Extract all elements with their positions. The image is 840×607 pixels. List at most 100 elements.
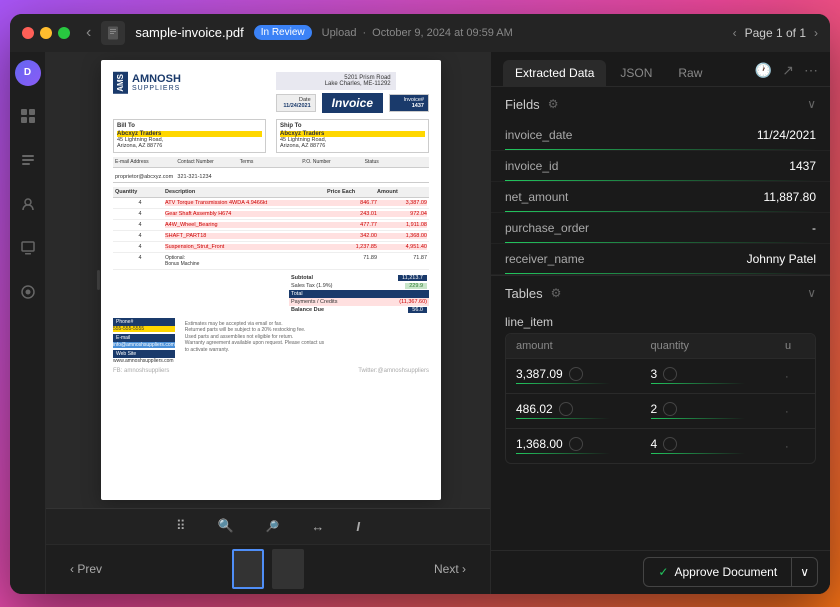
- totals-section: Subtotal 11,213.7 Sales Tax (1.9%) 229.9…: [113, 274, 429, 314]
- fields-section-label: Fields ⚙: [505, 97, 558, 112]
- data-table-row: 1,368.00 4: [506, 428, 815, 463]
- field-name-invoice-date: invoice_date: [505, 128, 635, 142]
- next-page-button[interactable]: ›: [814, 26, 818, 40]
- ams-block: AMS: [113, 72, 128, 94]
- sidebar-icon-2[interactable]: [14, 146, 42, 174]
- app-window: ‹ sample-invoice.pdf In Review Upload · …: [10, 14, 830, 594]
- thumb-2[interactable]: [272, 549, 304, 589]
- amount-value-2[interactable]: 486.02: [516, 402, 553, 416]
- social-footer: FB: amnoshsuppliers Twitter:@amnoshsuppl…: [113, 368, 429, 374]
- thumb-1[interactable]: [232, 549, 264, 589]
- table-row: 4 Gear Shaft Assembly H674 243.01 972.04: [113, 209, 429, 220]
- invoice-label: Invoice: [322, 93, 383, 113]
- zoom-in-button[interactable]: 🔍: [210, 514, 242, 538]
- share-icon[interactable]: ↗: [782, 62, 794, 79]
- minimize-button[interactable]: [40, 27, 52, 39]
- line-item-table: amount quantity u 3,387.09: [505, 333, 816, 464]
- ams-logo: AMS AMNOSH SUPPLIERS: [113, 72, 181, 94]
- u-value-3: ·: [785, 441, 789, 453]
- doc-footer: ‹ Prev Next ›: [46, 544, 490, 594]
- fields-label: Fields: [505, 97, 540, 112]
- indicator-2: [559, 402, 573, 416]
- approve-label: Approve Document: [674, 565, 777, 579]
- zoom-out-button[interactable]: 🔎: [258, 516, 288, 537]
- gear-icon[interactable]: ⚙: [548, 97, 559, 111]
- table-row: 4 A4W_Wheel_Bearing 477.77 1,911.08: [113, 220, 429, 231]
- data-table-row: 3,387.09 3: [506, 358, 815, 393]
- field-value-receiver-name[interactable]: Johnny Patel: [635, 252, 816, 266]
- text-tool[interactable]: I: [348, 515, 368, 538]
- cell-quantity-1: 3: [651, 367, 786, 384]
- sidebar-icon-4[interactable]: [14, 234, 42, 262]
- panel-tabs: Extracted Data JSON Raw 🕐 ↗ ⋯: [491, 52, 830, 87]
- sidebar-icon-5[interactable]: [14, 278, 42, 306]
- quantity-value-3[interactable]: 4: [651, 437, 658, 451]
- field-value-invoice-id[interactable]: 1437: [635, 159, 816, 173]
- history-icon[interactable]: 🕐: [755, 62, 772, 79]
- doc-icon: [101, 21, 125, 45]
- company-sub: SUPPLIERS: [132, 85, 181, 92]
- data-table-row: 486.02 2: [506, 393, 815, 428]
- check-icon: ✓: [658, 565, 668, 579]
- tables-section-header[interactable]: Tables ⚙ ∨: [491, 275, 830, 309]
- footer-section: Phone# 555-555-5555 E-mail info@amnoshsu…: [113, 318, 429, 364]
- prev-page-button[interactable]: ‹: [733, 26, 737, 40]
- bill-ship-section: Bill To Abcxyz Traders 45 Lightning Road…: [113, 119, 429, 153]
- left-sidebar: D: [10, 52, 46, 594]
- grip-tool[interactable]: ⠿: [168, 514, 194, 538]
- u-value-1: ·: [785, 371, 789, 383]
- tab-extracted-data[interactable]: Extracted Data: [503, 60, 606, 86]
- page-thumbnails: [232, 549, 304, 589]
- amount-value-1[interactable]: 3,387.09: [516, 367, 563, 381]
- back-button[interactable]: ‹: [86, 24, 91, 42]
- cell-quantity-3: 4: [651, 437, 786, 454]
- indicator-q3: [663, 437, 677, 451]
- approve-dropdown-button[interactable]: ∨: [792, 557, 818, 587]
- tab-json[interactable]: JSON: [608, 60, 664, 86]
- status-badge: In Review: [254, 25, 312, 40]
- tab-raw[interactable]: Raw: [666, 60, 714, 86]
- tables-gear-icon[interactable]: ⚙: [551, 286, 562, 300]
- indicator-1: [569, 367, 583, 381]
- upload-label: Upload: [322, 27, 357, 39]
- field-receiver-name: receiver_name Johnny Patel: [491, 244, 830, 275]
- field-name-purchase-order: purchase_order: [505, 221, 635, 235]
- fields-section-header[interactable]: Fields ⚙ ∨: [491, 87, 830, 120]
- field-name-invoice-id: invoice_id: [505, 159, 635, 173]
- field-name-receiver-name: receiver_name: [505, 252, 635, 266]
- col-quantity: quantity: [651, 340, 786, 352]
- approve-button[interactable]: ✓ Approve Document: [643, 557, 792, 587]
- invoice-table: Quantity Description Price Each Amount 4…: [113, 187, 429, 270]
- field-value-net-amount[interactable]: 11,887.80: [635, 190, 816, 204]
- titlebar: ‹ sample-invoice.pdf In Review Upload · …: [10, 14, 830, 52]
- doc-area: AMS AMNOSH SUPPLIERS 5201 Prism RoadLake…: [46, 52, 490, 508]
- col-u: u: [785, 340, 805, 352]
- field-net-amount: net_amount 11,887.80: [491, 182, 830, 213]
- table-row: 4 Suspension_Strut_Front 1,237.85 4,951.…: [113, 242, 429, 253]
- next-button[interactable]: Next ›: [426, 558, 474, 580]
- doc-title: sample-invoice.pdf: [135, 25, 243, 40]
- avatar-icon: D: [15, 60, 41, 86]
- main-content: D: [10, 52, 830, 594]
- company-address: 5201 Prism RoadLake Charles, ME-11292: [276, 72, 396, 90]
- right-panel: Extracted Data JSON Raw 🕐 ↗ ⋯ Fields ⚙: [490, 52, 830, 594]
- field-value-purchase-order[interactable]: -: [635, 221, 816, 235]
- sidebar-icon-1[interactable]: [14, 102, 42, 130]
- close-button[interactable]: [22, 27, 34, 39]
- table-row: 4 ATV Torque Transmission 4WDA 4.9466kt …: [113, 198, 429, 209]
- quantity-value-2[interactable]: 2: [651, 402, 658, 416]
- maximize-button[interactable]: [58, 27, 70, 39]
- prev-button[interactable]: ‹ Prev: [62, 558, 110, 580]
- quantity-value-1[interactable]: 3: [651, 367, 658, 381]
- fit-width-button[interactable]: ↔: [303, 515, 332, 538]
- field-value-invoice-date[interactable]: 11/24/2021: [635, 128, 816, 142]
- amount-value-3[interactable]: 1,368.00: [516, 437, 563, 451]
- tables-label: Tables ⚙: [505, 286, 561, 301]
- panel-footer: ✓ Approve Document ∨: [491, 550, 830, 594]
- info-data-row: proprietor@abcxyz.com 321-321-1234: [113, 172, 429, 183]
- indicator-q2: [663, 402, 677, 416]
- more-icon[interactable]: ⋯: [804, 62, 818, 79]
- sidebar-icon-3[interactable]: [14, 190, 42, 218]
- titlebar-center: ‹ sample-invoice.pdf In Review Upload · …: [86, 21, 725, 45]
- doc-viewer: AMS AMNOSH SUPPLIERS 5201 Prism RoadLake…: [46, 52, 490, 594]
